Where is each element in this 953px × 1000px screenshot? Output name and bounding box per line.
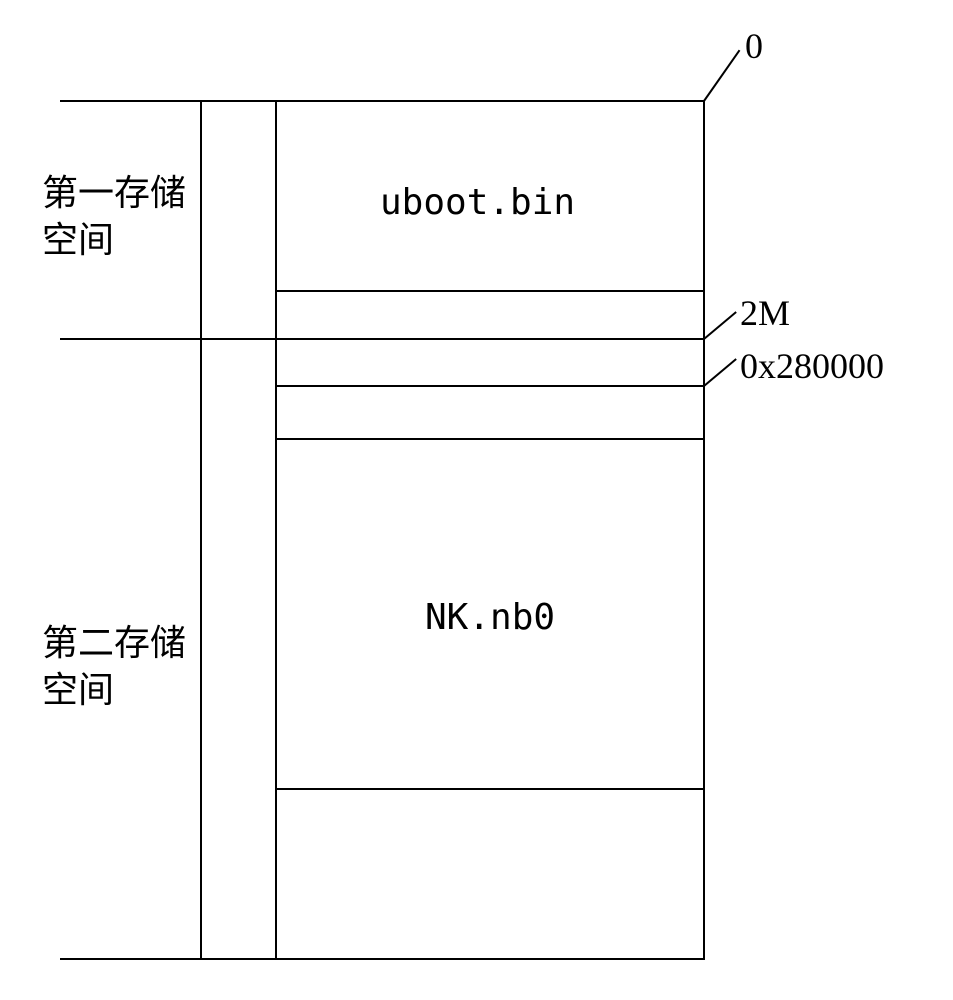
box-bottom: [275, 958, 705, 960]
box-left: [275, 100, 277, 960]
label-divider-bottom: [200, 338, 202, 960]
addr-280000: 0x280000: [740, 345, 884, 387]
tick-0: [703, 50, 740, 102]
label-divider-top: [200, 100, 202, 338]
addr-2m: 2M: [740, 292, 790, 334]
box-h5: [275, 788, 705, 790]
box-h1: [275, 290, 705, 292]
addr-0: 0: [745, 25, 763, 67]
tick-280000: [703, 358, 736, 387]
box-h3: [275, 385, 705, 387]
box-h2: [275, 338, 705, 340]
second-storage-label: 第二存储 空间: [42, 620, 186, 714]
tick-2m: [703, 311, 736, 340]
uboot-label: uboot.bin: [380, 180, 575, 227]
left-ext-bottom: [60, 958, 275, 960]
box-top: [275, 100, 705, 102]
left-ext-top: [60, 100, 275, 102]
first-storage-label: 第一存储 空间: [42, 170, 186, 264]
nk-label: NK.nb0: [425, 595, 555, 642]
box-h4: [275, 438, 705, 440]
left-ext-mid: [60, 338, 275, 340]
box-right: [703, 100, 705, 960]
memory-layout-diagram: 第一存储 空间 第二存储 空间 uboot.bin NK.nb0 0 2M 0x…: [60, 30, 920, 960]
